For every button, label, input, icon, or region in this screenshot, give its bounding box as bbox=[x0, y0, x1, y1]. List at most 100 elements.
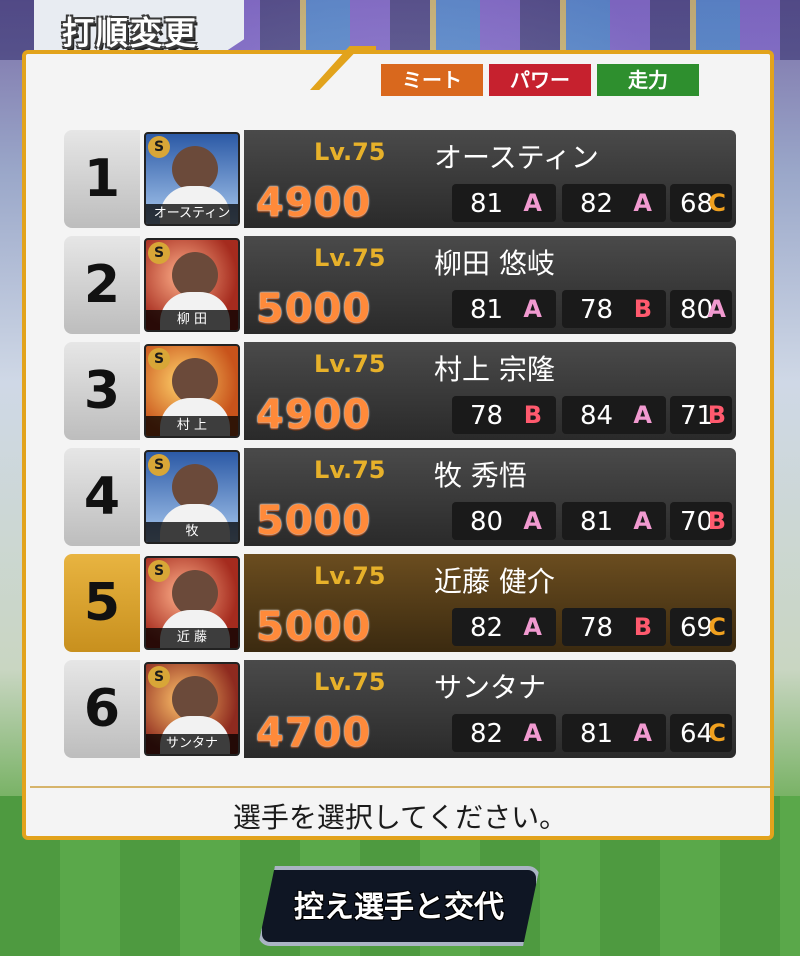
power-stat: 78 B bbox=[562, 608, 666, 646]
swap-bench-button-label[interactable]: 控え選手と交代 bbox=[258, 882, 540, 926]
meet-grade: A bbox=[523, 719, 542, 747]
rank-badge-icon: S bbox=[148, 454, 170, 476]
speed-grade: B bbox=[707, 507, 726, 535]
legend-meet: ミート bbox=[381, 64, 483, 96]
player-level: Lv.75 bbox=[314, 138, 386, 166]
power-grade: A bbox=[633, 719, 652, 747]
player-level: Lv.75 bbox=[314, 244, 386, 272]
speed-grade: B bbox=[707, 401, 726, 429]
power-value: 78 bbox=[580, 295, 614, 325]
meet-stat: 81 A bbox=[452, 184, 556, 222]
batting-order-number: 6 bbox=[64, 660, 140, 758]
lineup-row-3[interactable]: 3 S 村 上 Lv.75 村上 宗隆 4900 78 B 84 A 71 B bbox=[64, 342, 736, 440]
player-portrait: S サンタナ bbox=[144, 662, 240, 756]
speed-stat: 68 C bbox=[670, 184, 732, 222]
power-value: 84 bbox=[580, 401, 614, 431]
player-name: サンタナ bbox=[434, 671, 547, 704]
meet-stat: 78 B bbox=[452, 396, 556, 434]
power-grade: A bbox=[633, 507, 652, 535]
player-portrait: S 牧 bbox=[144, 450, 240, 544]
player-level: Lv.75 bbox=[314, 350, 386, 378]
player-info: Lv.75 オースティン 4900 81 A 82 A 68 C bbox=[244, 130, 736, 228]
player-name: 柳田 悠岐 bbox=[434, 247, 555, 280]
prompt-divider bbox=[30, 786, 770, 788]
player-name: オースティン bbox=[434, 141, 599, 174]
batting-order-number: 4 bbox=[64, 448, 140, 546]
meet-stat: 81 A bbox=[452, 290, 556, 328]
speed-stat: 64 C bbox=[670, 714, 732, 752]
power-grade: A bbox=[633, 401, 652, 429]
batting-order-number: 2 bbox=[64, 236, 140, 334]
overall-power: 5000 bbox=[256, 286, 372, 332]
rank-badge-icon: S bbox=[148, 136, 170, 158]
player-portrait: S 村 上 bbox=[144, 344, 240, 438]
batting-order-number: 1 bbox=[64, 130, 140, 228]
rank-badge-icon: S bbox=[148, 560, 170, 582]
page-title: 打順変更 bbox=[62, 14, 199, 52]
player-name: 牧 秀悟 bbox=[434, 459, 527, 492]
meet-grade: A bbox=[523, 613, 542, 641]
speed-stat: 69 C bbox=[670, 608, 732, 646]
overall-power: 4900 bbox=[256, 180, 372, 226]
power-stat: 84 A bbox=[562, 396, 666, 434]
speed-stat: 80 A bbox=[670, 290, 732, 328]
rank-badge-icon: S bbox=[148, 242, 170, 264]
power-stat: 81 A bbox=[562, 502, 666, 540]
player-info: Lv.75 村上 宗隆 4900 78 B 84 A 71 B bbox=[244, 342, 736, 440]
meet-stat: 82 A bbox=[452, 608, 556, 646]
overall-power: 4700 bbox=[256, 710, 372, 756]
player-level: Lv.75 bbox=[314, 668, 386, 696]
power-stat: 81 A bbox=[562, 714, 666, 752]
power-stat: 82 A bbox=[562, 184, 666, 222]
lineup-row-1[interactable]: 1 S オースティン Lv.75 オースティン 4900 81 A 82 A 6… bbox=[64, 130, 736, 228]
speed-grade: C bbox=[708, 719, 726, 747]
portrait-nameplate: サンタナ bbox=[146, 734, 238, 754]
batting-order-number: 5 bbox=[64, 554, 140, 652]
player-info: Lv.75 柳田 悠岐 5000 81 A 78 B 80 A bbox=[244, 236, 736, 334]
portrait-nameplate: 村 上 bbox=[146, 416, 238, 436]
meet-grade: A bbox=[523, 189, 542, 217]
speed-grade: A bbox=[707, 295, 726, 323]
rank-badge-icon: S bbox=[148, 348, 170, 370]
power-value: 81 bbox=[580, 719, 614, 749]
legend-speed: 走力 bbox=[597, 64, 699, 96]
power-value: 78 bbox=[580, 613, 614, 643]
portrait-nameplate: 柳 田 bbox=[146, 310, 238, 330]
power-stat: 78 B bbox=[562, 290, 666, 328]
speed-stat: 71 B bbox=[670, 396, 732, 434]
legend-power: パワー bbox=[489, 64, 591, 96]
meet-value: 81 bbox=[470, 295, 504, 325]
meet-grade: A bbox=[523, 507, 542, 535]
player-info: Lv.75 サンタナ 4700 82 A 81 A 64 C bbox=[244, 660, 736, 758]
speed-stat: 70 B bbox=[670, 502, 732, 540]
portrait-nameplate: オースティン bbox=[146, 204, 238, 224]
meet-value: 82 bbox=[470, 613, 504, 643]
power-value: 82 bbox=[580, 189, 614, 219]
overall-power: 5000 bbox=[256, 604, 372, 650]
player-name: 近藤 健介 bbox=[434, 565, 555, 598]
power-grade: A bbox=[633, 189, 652, 217]
overall-power: 4900 bbox=[256, 392, 372, 438]
meet-value: 81 bbox=[470, 189, 504, 219]
stat-legend: ミート パワー 走力 bbox=[381, 64, 699, 96]
player-info: Lv.75 牧 秀悟 5000 80 A 81 A 70 B bbox=[244, 448, 736, 546]
portrait-nameplate: 牧 bbox=[146, 522, 238, 542]
instruction-text: 選手を選択してください。 bbox=[232, 801, 568, 834]
lineup-row-2[interactable]: 2 S 柳 田 Lv.75 柳田 悠岐 5000 81 A 78 B 80 A bbox=[64, 236, 736, 334]
overall-power: 5000 bbox=[256, 498, 372, 544]
lineup-row-4[interactable]: 4 S 牧 Lv.75 牧 秀悟 5000 80 A 81 A 70 B bbox=[64, 448, 736, 546]
speed-grade: C bbox=[708, 613, 726, 641]
rank-badge-icon: S bbox=[148, 666, 170, 688]
player-info: Lv.75 近藤 健介 5000 82 A 78 B 69 C bbox=[244, 554, 736, 652]
speed-grade: C bbox=[708, 189, 726, 217]
lineup-row-6[interactable]: 6 S サンタナ Lv.75 サンタナ 4700 82 A 81 A 64 C bbox=[64, 660, 736, 758]
player-portrait: S オースティン bbox=[144, 132, 240, 226]
player-name: 村上 宗隆 bbox=[434, 353, 555, 386]
power-grade: B bbox=[633, 613, 652, 641]
batting-order-number: 3 bbox=[64, 342, 140, 440]
portrait-nameplate: 近 藤 bbox=[146, 628, 238, 648]
meet-value: 80 bbox=[470, 507, 504, 537]
player-level: Lv.75 bbox=[314, 562, 386, 590]
lineup-row-5[interactable]: 5 S 近 藤 Lv.75 近藤 健介 5000 82 A 78 B 69 C bbox=[64, 554, 736, 652]
player-level: Lv.75 bbox=[314, 456, 386, 484]
